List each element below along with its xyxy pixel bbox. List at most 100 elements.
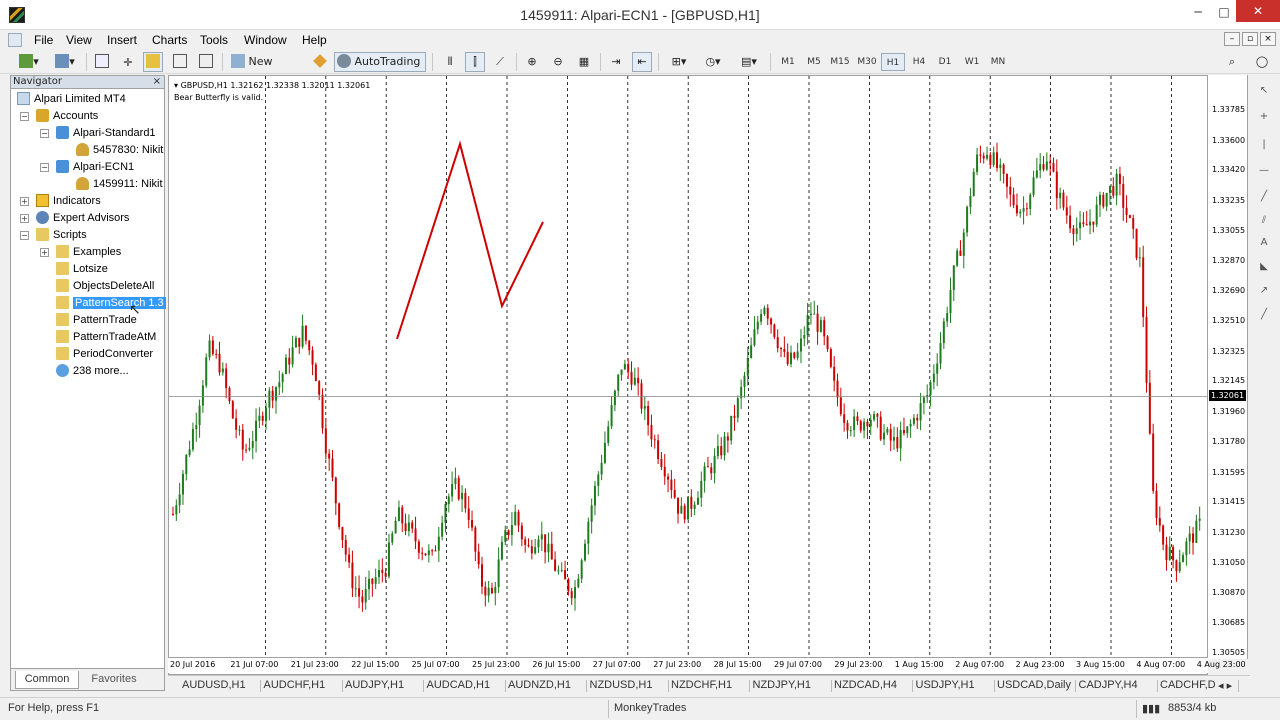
- arrow-tool-icon[interactable]: ↗: [1256, 285, 1272, 299]
- tab-scroll-arrows-icon[interactable]: ◂ ▸: [1218, 679, 1232, 692]
- horizontal-line-tool-icon[interactable]: —: [1256, 165, 1272, 179]
- navigator-close-icon[interactable]: ×: [153, 76, 161, 88]
- menu-window[interactable]: Window: [244, 33, 287, 47]
- tree-item-script-selected[interactable]: PatternSearch 1.3: [56, 295, 166, 312]
- collapse-icon[interactable]: −: [20, 112, 29, 121]
- tf-h4[interactable]: H4: [907, 53, 931, 71]
- symbol-tab[interactable]: NZDUSD,H1: [590, 679, 653, 691]
- autoscroll-button[interactable]: ⇥: [606, 52, 626, 72]
- cursor-tool-icon[interactable]: ↖: [1256, 85, 1272, 99]
- menu-help[interactable]: Help: [302, 33, 327, 47]
- tree-item-server[interactable]: Alpari-Standard1: [56, 125, 156, 142]
- terminal-button[interactable]: [170, 52, 190, 72]
- symbol-tab[interactable]: CADCHF,D: [1160, 679, 1216, 691]
- market-watch-button[interactable]: [92, 52, 112, 72]
- symbol-tab[interactable]: NZDCHF,H1: [671, 679, 732, 691]
- menu-file[interactable]: File: [34, 33, 53, 47]
- candlestick-button[interactable]: ⫿: [465, 52, 485, 72]
- symbol-tab[interactable]: AUDJPY,H1: [345, 679, 404, 691]
- expand-icon[interactable]: +: [20, 197, 29, 206]
- navigator-button[interactable]: [143, 52, 163, 72]
- tf-w1[interactable]: W1: [960, 53, 984, 71]
- data-window-button[interactable]: ✛: [118, 52, 138, 72]
- child-restore-button[interactable]: ▫: [1242, 32, 1258, 46]
- templates-button[interactable]: ▤▾: [734, 52, 764, 72]
- menu-charts[interactable]: Charts: [152, 33, 187, 47]
- search-button[interactable]: ⌕: [1222, 52, 1242, 72]
- symbol-tab[interactable]: AUDNZD,H1: [508, 679, 571, 691]
- metaeditor-button[interactable]: [310, 52, 330, 72]
- child-close-button[interactable]: ×: [1260, 32, 1276, 46]
- tree-item-script[interactable]: Lotsize: [56, 261, 108, 278]
- auto-trading-button[interactable]: AutoTrading: [334, 52, 426, 72]
- candle-body: [770, 318, 773, 325]
- menu-tools[interactable]: Tools: [200, 33, 228, 47]
- tree-item-server[interactable]: Alpari-ECN1: [56, 159, 134, 176]
- tf-d1[interactable]: D1: [933, 53, 957, 71]
- tf-m5[interactable]: M5: [802, 53, 826, 71]
- tree-item-script[interactable]: PatternTradeAtM: [56, 329, 156, 346]
- crosshair-tool-icon[interactable]: +: [1256, 111, 1272, 125]
- trendline-tool-icon[interactable]: ╱: [1256, 191, 1272, 205]
- expand-icon[interactable]: +: [40, 248, 49, 257]
- tree-label: PeriodConverter: [73, 348, 154, 360]
- symbol-tab[interactable]: USDJPY,H1: [916, 679, 975, 691]
- profiles-button[interactable]: ▾: [50, 52, 80, 72]
- child-window-icon[interactable]: [8, 33, 22, 47]
- symbol-tab[interactable]: NZDJPY,H1: [753, 679, 811, 691]
- symbol-tab[interactable]: NZDCAD,H4: [834, 679, 897, 691]
- symbol-tab[interactable]: AUDUSD,H1: [182, 679, 246, 691]
- tree-item-accounts[interactable]: Accounts: [36, 108, 98, 125]
- strategy-tester-button[interactable]: [196, 52, 216, 72]
- indicators-button[interactable]: ⊞▾: [664, 52, 694, 72]
- tree-item-script[interactable]: Examples: [56, 244, 121, 261]
- chat-button[interactable]: ◯: [1250, 52, 1274, 72]
- tree-item-expert-advisors[interactable]: Expert Advisors: [36, 210, 129, 227]
- line-chart-button[interactable]: ⟋: [490, 52, 510, 72]
- menu-insert[interactable]: Insert: [107, 33, 137, 47]
- chart-area[interactable]: ▾ GBPUSD,H1 1.32162 1.32338 1.32011 1.32…: [168, 75, 1209, 675]
- tab-favorites[interactable]: Favorites: [83, 671, 145, 689]
- new-order-button[interactable]: New Order: [228, 52, 304, 86]
- expand-icon[interactable]: +: [20, 214, 29, 223]
- candle-body: [617, 374, 620, 391]
- line-tool-icon[interactable]: ╱: [1256, 309, 1272, 323]
- menu-view[interactable]: View: [66, 33, 92, 47]
- zoom-in-button[interactable]: ⊕: [522, 52, 542, 72]
- chart-shift-button[interactable]: ⇤: [632, 52, 652, 72]
- collapse-icon[interactable]: −: [40, 129, 49, 138]
- tree-item-indicators[interactable]: Indicators: [36, 193, 101, 210]
- tree-item-more[interactable]: 238 more...: [56, 363, 129, 380]
- channel-tool-icon[interactable]: ⫽: [1256, 215, 1272, 229]
- tile-windows-button[interactable]: ▦: [574, 52, 594, 72]
- vertical-line-tool-icon[interactable]: |: [1256, 139, 1272, 153]
- tab-common[interactable]: Common: [15, 671, 79, 689]
- tree-item-script[interactable]: PatternTrade: [56, 312, 137, 329]
- bar-chart-button[interactable]: ⫴: [440, 52, 460, 72]
- tree-item-account[interactable]: 5457830: Nikit: [76, 142, 163, 159]
- new-chart-button[interactable]: ▾: [14, 52, 44, 72]
- collapse-icon[interactable]: −: [20, 231, 29, 240]
- tree-item-account[interactable]: 1459911: Nikit: [76, 176, 163, 193]
- tf-m30[interactable]: M30: [855, 53, 879, 71]
- label-tool-icon[interactable]: ◣: [1256, 261, 1272, 275]
- child-minimize-button[interactable]: –: [1224, 32, 1240, 46]
- close-button[interactable]: ✕: [1236, 0, 1280, 22]
- zoom-out-button[interactable]: ⊖: [548, 52, 568, 72]
- tf-h1[interactable]: H1: [881, 53, 905, 71]
- tree-item-script[interactable]: PeriodConverter: [56, 346, 153, 363]
- symbol-tab[interactable]: CADJPY,H4: [1079, 679, 1138, 691]
- tf-m15[interactable]: M15: [828, 53, 852, 71]
- text-tool-icon[interactable]: A: [1256, 237, 1272, 251]
- symbol-tab[interactable]: USDCAD,Daily: [997, 679, 1071, 691]
- periods-button[interactable]: ◷▾: [698, 52, 728, 72]
- tf-mn[interactable]: MN: [986, 53, 1010, 71]
- tree-root[interactable]: Alpari Limited MT4: [17, 91, 126, 108]
- tree-item-script[interactable]: ObjectsDeleteAll: [56, 278, 154, 295]
- symbol-tab[interactable]: AUDCHF,H1: [264, 679, 326, 691]
- tree-item-scripts[interactable]: Scripts: [36, 227, 87, 244]
- tf-m1[interactable]: M1: [776, 53, 800, 71]
- candle-body: [746, 358, 749, 376]
- symbol-tab[interactable]: AUDCAD,H1: [427, 679, 491, 691]
- collapse-icon[interactable]: −: [40, 163, 49, 172]
